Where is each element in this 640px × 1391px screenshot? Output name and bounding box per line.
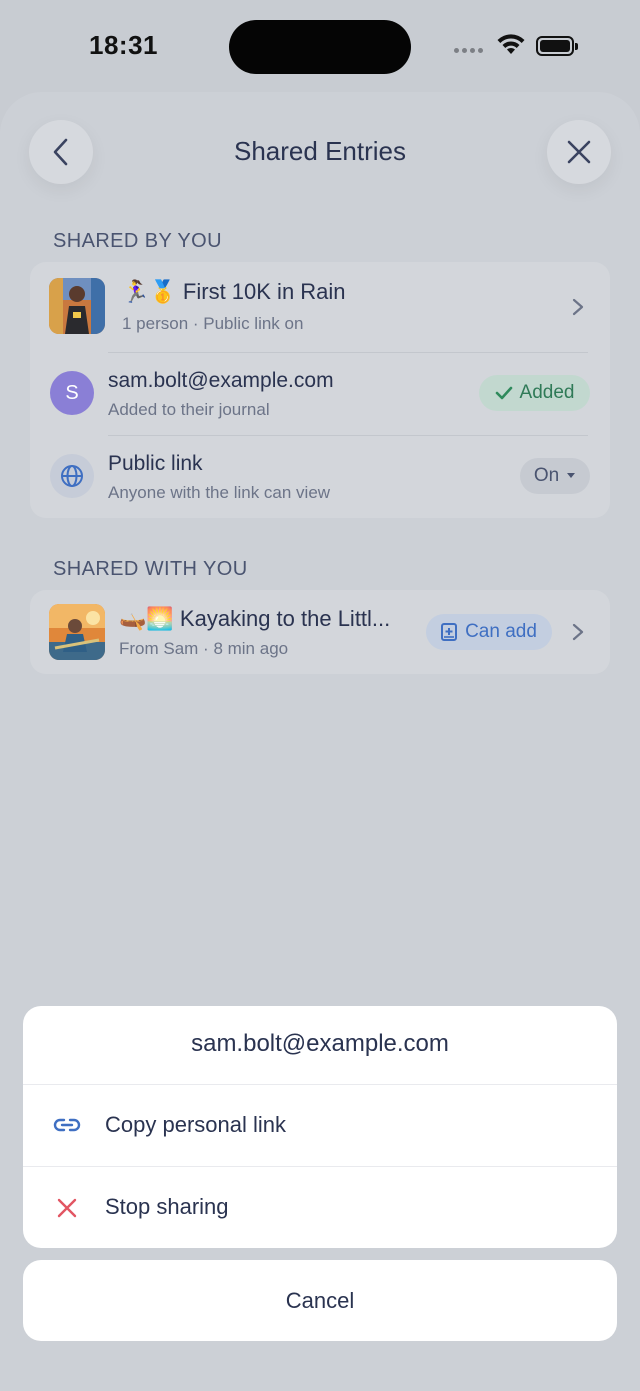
public-link-value: On [533,465,560,486]
shared-by-you-card: 🏃‍♀️🥇 First 10K in Rain 1 person · Publi… [30,262,610,518]
avatar-initial: S [65,381,79,404]
wifi-icon [497,34,525,54]
section-label-shared-by-you: SHARED BY YOU [53,230,222,252]
status-time: 18:31 [89,30,158,60]
shared-with-you-entry-row[interactable]: 🛶🌅 Kayaking to the Littl... From Sam · 8… [30,590,610,674]
entry-emoji: 🏃‍♀️🥇 [122,279,177,304]
stop-sharing-button[interactable]: Stop sharing [23,1167,617,1249]
chevron-right-icon [572,623,584,641]
person-subtitle: Added to their journal [108,400,270,419]
stop-sharing-label: Stop sharing [105,1194,229,1219]
public-link-row[interactable]: Public link Anyone with the link can vie… [30,436,610,518]
x-icon [57,1198,77,1218]
added-badge: Added [479,375,590,411]
dynamic-island [229,20,411,74]
entry-title: 🏃‍♀️🥇 First 10K in Rain [122,279,346,305]
shared-with-you-card: 🛶🌅 Kayaking to the Littl... From Sam · 8… [30,590,610,674]
avatar: S [50,371,94,415]
public-link-title: Public link [108,452,203,475]
close-button[interactable] [547,120,611,184]
shared-entry-row[interactable]: 🏃‍♀️🥇 First 10K in Rain 1 person · Publi… [30,262,610,352]
entry-title-text: Kayaking to the Littl... [179,606,391,631]
entry-title: 🛶🌅 Kayaking to the Littl... [119,606,390,632]
entry-thumbnail [49,278,105,334]
globe-icon-badge [50,454,94,498]
status-bar: 18:31 [0,0,640,92]
can-add-badge-label: Can add [465,621,537,642]
added-badge-label: Added [519,382,575,403]
entry-thumbnail [49,604,105,660]
action-sheet-title: sam.bolt@example.com [191,1030,449,1057]
checkmark-icon [495,386,512,400]
copy-personal-link-button[interactable]: Copy personal link [23,1085,617,1167]
dropdown-arrow-icon [567,473,576,478]
globe-icon [61,465,83,487]
page-title: Shared Entries [234,136,406,166]
journal-plus-icon [441,623,458,641]
copy-personal-link-label: Copy personal link [105,1112,286,1137]
signal-icon [454,48,483,53]
action-sheet: sam.bolt@example.com Copy personal link … [23,1006,617,1248]
cancel-button[interactable]: Cancel [23,1260,617,1341]
public-link-dropdown[interactable]: On [520,458,590,494]
link-icon [53,1118,81,1132]
battery-icon [536,36,578,56]
close-icon [567,140,591,164]
section-label-shared-with-you: SHARED WITH YOU [53,558,248,580]
entry-title-text: First 10K in Rain [182,279,346,304]
person-email: sam.bolt@example.com [108,369,334,392]
public-link-subtitle: Anyone with the link can view [108,483,331,502]
entry-subtitle: From Sam · 8 min ago [119,639,289,658]
entry-subtitle: 1 person · Public link on [122,314,304,333]
person-row[interactable]: S sam.bolt@example.com Added to their jo… [30,353,610,435]
entry-emoji: 🛶🌅 [119,606,174,631]
can-add-badge: Can add [426,614,552,650]
cancel-label: Cancel [285,1288,355,1313]
chevron-right-icon [572,298,584,316]
